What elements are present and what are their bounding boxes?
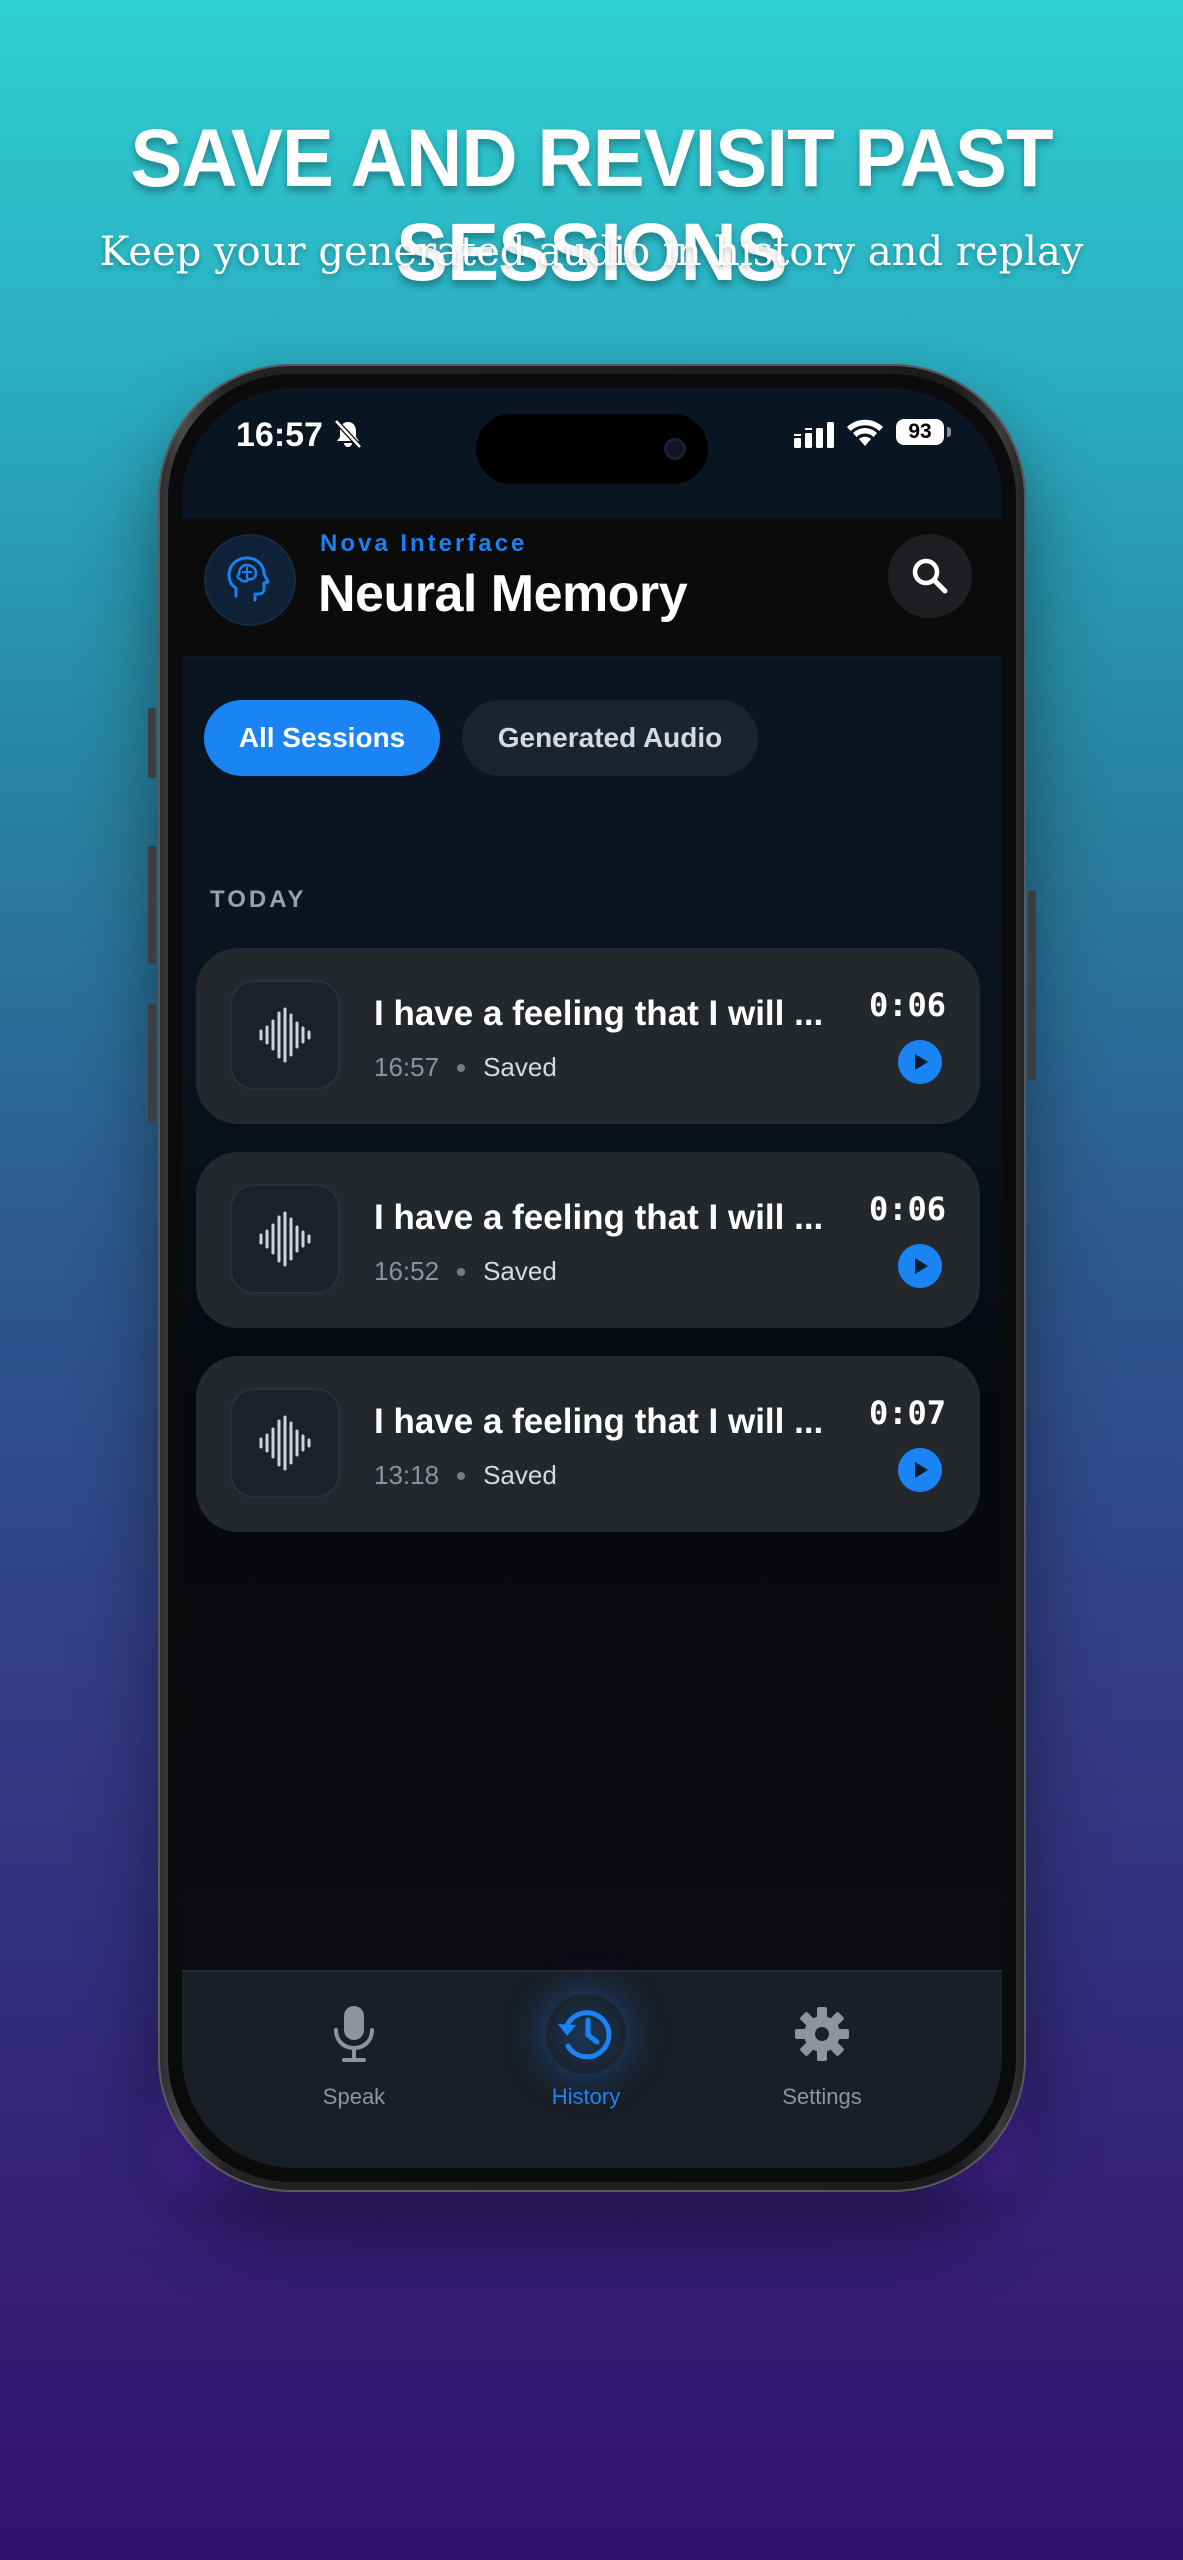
nav-item-speak[interactable]: Speak — [254, 1994, 454, 2110]
play-button[interactable] — [898, 1244, 942, 1288]
session-duration: 0:06 — [868, 986, 946, 1024]
play-button[interactable] — [898, 1448, 942, 1492]
tab-all-sessions[interactable]: All Sessions — [204, 700, 440, 776]
session-title: I have a feeling that I will ... — [374, 1198, 824, 1237]
session-duration: 0:06 — [868, 1190, 946, 1228]
session-card[interactable]: I have a feeling that I will ... 16:57 S… — [196, 948, 980, 1124]
gear-icon — [782, 1994, 862, 2074]
action-button — [148, 708, 156, 778]
session-status: Saved — [483, 1256, 557, 1286]
search-button[interactable] — [888, 534, 972, 618]
nav-item-history[interactable]: History — [486, 1994, 686, 2110]
battery-tip — [947, 427, 951, 437]
session-time: 16:52 — [374, 1256, 440, 1286]
waveform-icon — [230, 1184, 340, 1294]
app-screen: 16:57 93 Nova Interface Neural Memory Al… — [182, 388, 1002, 2168]
status-time: 16:57 — [236, 416, 323, 454]
waveform-icon — [230, 980, 340, 1090]
nav-label-history: History — [551, 2084, 621, 2109]
session-time: 16:57 — [374, 1052, 440, 1082]
brand-name: Nova Interface — [320, 530, 528, 557]
tab-generated-audio[interactable]: Generated Audio — [462, 700, 758, 776]
history-icon — [546, 1994, 626, 2074]
meta-separator — [457, 1063, 466, 1072]
play-icon — [915, 1054, 928, 1070]
power-button — [1028, 890, 1036, 1080]
microphone-icon — [314, 1994, 394, 2074]
meta-separator — [457, 1471, 466, 1480]
play-icon — [915, 1258, 928, 1274]
bell-slash-icon — [334, 419, 362, 449]
page-title: Neural Memory — [318, 565, 688, 623]
volume-up-button — [148, 846, 156, 964]
session-duration: 0:07 — [868, 1394, 946, 1432]
play-button[interactable] — [898, 1040, 942, 1084]
battery-icon: 93 — [896, 419, 944, 445]
session-meta: 13:18 Saved — [374, 1460, 557, 1491]
session-time: 13:18 — [374, 1460, 440, 1490]
nav-label-settings: Settings — [782, 2084, 862, 2109]
nav-item-settings[interactable]: Settings — [722, 1994, 922, 2110]
waveform-icon — [230, 1388, 340, 1498]
search-icon — [912, 558, 948, 594]
nav-label-speak: Speak — [322, 2084, 386, 2109]
meta-separator — [457, 1267, 466, 1276]
session-meta: 16:52 Saved — [374, 1256, 557, 1287]
section-label-today: TODAY — [210, 886, 307, 913]
wifi-icon — [847, 419, 883, 446]
session-status: Saved — [483, 1460, 557, 1490]
signal-icon — [794, 422, 834, 448]
session-meta: 16:57 Saved — [374, 1052, 557, 1083]
bottom-tab-bar: Speak History Settings — [182, 1970, 1002, 2168]
hero-subtitle: Keep your generated audio in history and… — [99, 229, 1084, 275]
volume-down-button — [148, 1004, 156, 1122]
session-title: I have a feeling that I will ... — [374, 994, 824, 1033]
play-icon — [915, 1462, 928, 1478]
session-status: Saved — [483, 1052, 557, 1082]
dynamic-island — [476, 414, 708, 484]
session-card[interactable]: I have a feeling that I will ... 13:18 S… — [196, 1356, 980, 1532]
header-divider — [182, 656, 1002, 658]
session-title: I have a feeling that I will ... — [374, 1402, 824, 1441]
session-card[interactable]: I have a feeling that I will ... 16:52 S… — [196, 1152, 980, 1328]
camera-lens — [664, 438, 686, 460]
brain-head-icon — [206, 536, 294, 624]
